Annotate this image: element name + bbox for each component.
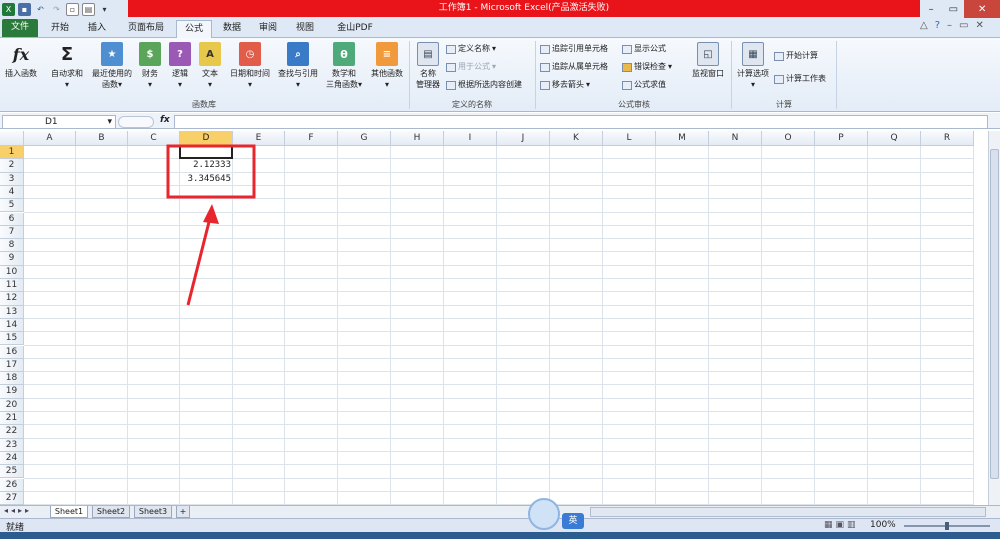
- highlight-box: [166, 144, 256, 199]
- horizontal-scrollbar[interactable]: [590, 507, 986, 517]
- zoom-level[interactable]: 100%: [870, 520, 896, 530]
- sheet-tab[interactable]: Sheet2: [92, 506, 130, 518]
- zoom-slider-thumb[interactable]: [945, 522, 949, 530]
- windows-taskbar: [0, 532, 1000, 539]
- sheet-tab[interactable]: Sheet3: [134, 506, 172, 518]
- annotation-overlay: [166, 144, 256, 306]
- ime-language-toggle[interactable]: 英: [562, 513, 584, 529]
- ime-avatar-icon[interactable]: [528, 498, 560, 530]
- sheet-tab-bar: ◂◂▸▸ Sheet1 Sheet2 Sheet3 +: [0, 505, 1000, 518]
- annotation-arrowhead: [203, 204, 219, 224]
- annotation-arrow: [186, 217, 212, 306]
- sheet-nav-arrows[interactable]: ◂◂▸▸: [4, 506, 32, 515]
- sheet-tab[interactable]: Sheet1: [50, 506, 88, 518]
- status-bar: 就绪 ▦▣▥ 100%: [0, 518, 1000, 533]
- insert-sheet-icon[interactable]: +: [176, 506, 190, 518]
- view-mode-icons[interactable]: ▦▣▥: [824, 520, 859, 530]
